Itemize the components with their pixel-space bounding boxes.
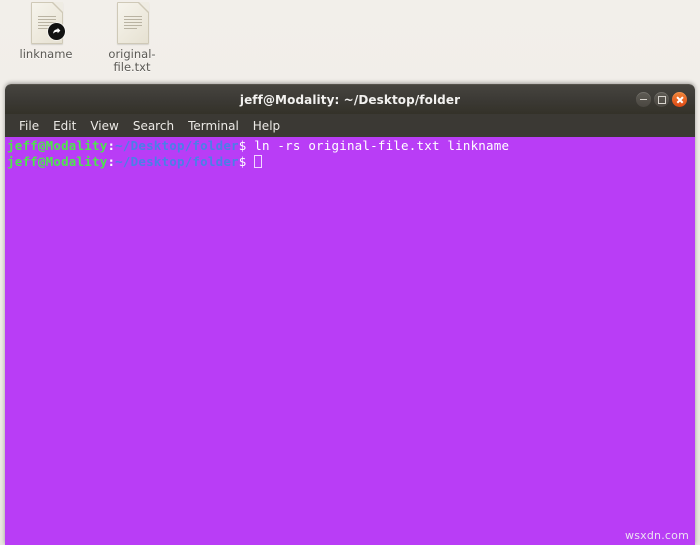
terminal-line: jeff@Modality:~/Desktop/folder$ ln -rs o… bbox=[7, 138, 695, 154]
prompt-symbol: $ bbox=[238, 154, 255, 169]
menu-item-search[interactable]: Search bbox=[126, 117, 181, 135]
prompt-path: ~/Desktop/folder bbox=[115, 154, 239, 169]
terminal-cursor bbox=[254, 155, 263, 168]
desktop-icon-linkname[interactable]: linkname bbox=[3, 2, 89, 61]
desktop-icon-original-file[interactable]: original-file.txt bbox=[89, 2, 175, 74]
prompt-colon: : bbox=[107, 154, 116, 169]
close-button[interactable] bbox=[672, 92, 687, 107]
minimize-icon bbox=[640, 98, 647, 101]
prompt-user-host: jeff@Modality bbox=[7, 138, 108, 153]
window-title: jeff@Modality: ~/Desktop/folder bbox=[239, 92, 461, 107]
minimize-button[interactable] bbox=[636, 92, 651, 107]
maximize-button[interactable] bbox=[654, 92, 669, 107]
menu-item-edit[interactable]: Edit bbox=[46, 117, 83, 135]
document-page-shape bbox=[117, 2, 149, 44]
prompt-colon: : bbox=[107, 138, 116, 153]
desktop-area[interactable]: linkname original-file.txt bbox=[0, 0, 700, 84]
menu-item-file[interactable]: File bbox=[12, 117, 46, 135]
watermark: wsxdn.com bbox=[625, 529, 689, 542]
close-icon bbox=[676, 96, 684, 104]
terminal-line: jeff@Modality:~/Desktop/folder$ bbox=[7, 154, 695, 170]
terminal-command: ln -rs original-file.txt linkname bbox=[254, 138, 510, 153]
desktop-icon-label: linkname bbox=[19, 47, 73, 61]
menu-item-view[interactable]: View bbox=[83, 117, 125, 135]
menu-item-help[interactable]: Help bbox=[246, 117, 287, 135]
desktop-icon-label: original-file.txt bbox=[108, 47, 156, 74]
prompt-user-host: jeff@Modality bbox=[7, 154, 108, 169]
terminal-output-area[interactable]: jeff@Modality:~/Desktop/folder$ ln -rs o… bbox=[5, 137, 695, 545]
prompt-path: ~/Desktop/folder bbox=[115, 138, 239, 153]
maximize-icon bbox=[657, 95, 666, 104]
prompt-symbol: $ bbox=[238, 138, 255, 153]
terminal-titlebar[interactable]: jeff@Modality: ~/Desktop/folder bbox=[5, 84, 695, 114]
symlink-arrow-badge-icon bbox=[48, 23, 65, 40]
document-text-lines bbox=[124, 16, 142, 31]
terminal-menubar[interactable]: File Edit View Search Terminal Help bbox=[5, 114, 695, 137]
document-symlink-icon bbox=[28, 2, 65, 46]
terminal-window[interactable]: jeff@Modality: ~/Desktop/folder File Edi… bbox=[5, 84, 695, 545]
window-controls[interactable] bbox=[636, 85, 687, 114]
screen: linkname original-file.txt jeff@Modality… bbox=[0, 0, 700, 545]
document-text-icon bbox=[114, 2, 150, 46]
menu-item-terminal[interactable]: Terminal bbox=[181, 117, 246, 135]
